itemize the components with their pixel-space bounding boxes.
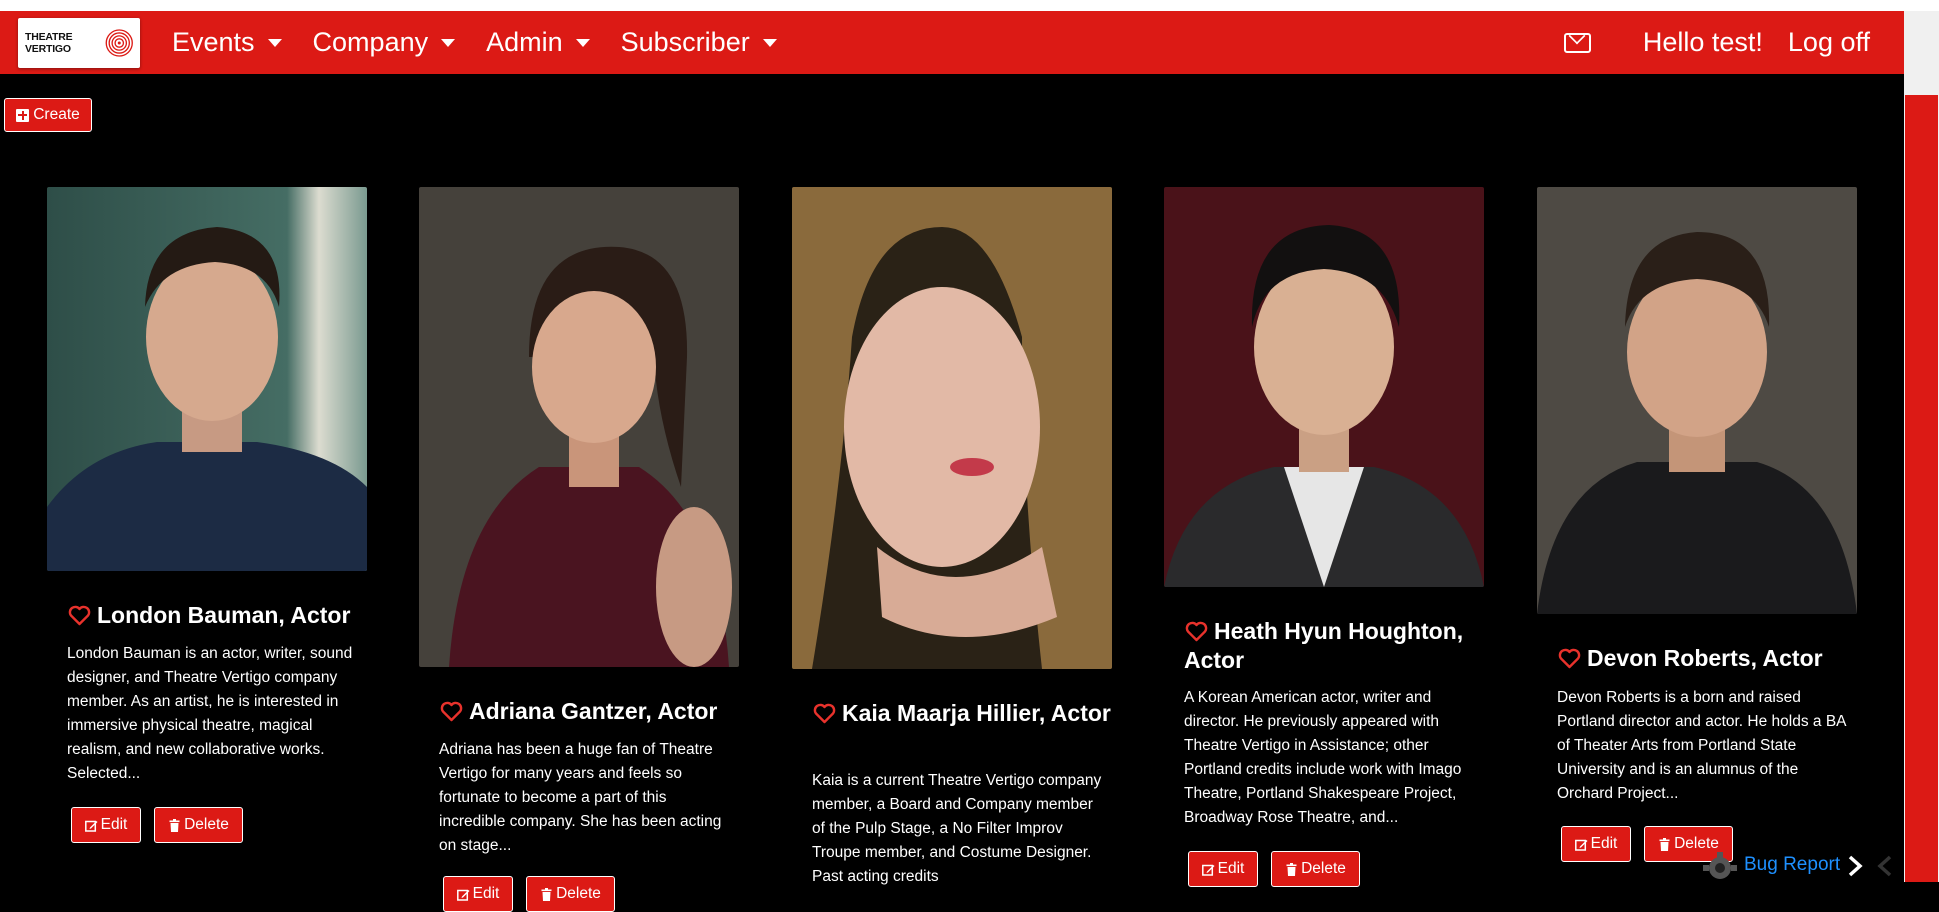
- caret-down-icon: [762, 38, 777, 47]
- delete-label: Delete: [184, 816, 229, 833]
- heart-icon[interactable]: [1557, 648, 1582, 669]
- member-name-text: Adriana Gantzer, Actor: [469, 698, 718, 724]
- edit-label: Edit: [100, 816, 128, 833]
- edit-icon: [1574, 839, 1588, 851]
- heart-icon[interactable]: [1184, 621, 1209, 642]
- nav-company-label: Company: [312, 27, 429, 57]
- edit-button[interactable]: Edit: [71, 807, 141, 843]
- bug-report-widget[interactable]: Bug Report: [1700, 850, 1900, 882]
- theatre-vertigo-logo[interactable]: THEATRE VERTIGO: [18, 17, 140, 68]
- member-bio: A Korean American actor, writer and dire…: [1184, 689, 1462, 826]
- member-name: Devon Roberts, Actor: [1557, 644, 1857, 673]
- nav-menu: Events Company Admin Subscriber: [172, 27, 808, 58]
- edit-label: Edit: [1590, 835, 1618, 852]
- create-button-label: Create: [33, 106, 80, 123]
- member-bio: Devon Roberts is a born and raised Portl…: [1557, 689, 1846, 802]
- member-name: Adriana Gantzer, Actor: [439, 697, 739, 726]
- member-name-text: Heath Hyun Houghton, Actor: [1184, 618, 1464, 673]
- bug-report-link[interactable]: Bug Report: [1744, 854, 1840, 876]
- edit-icon: [456, 889, 470, 901]
- bug-gear-icon: [1703, 852, 1737, 879]
- trash-icon: [1286, 862, 1297, 876]
- heart-icon[interactable]: [439, 701, 464, 722]
- nav-admin-label: Admin: [486, 27, 563, 57]
- member-name-text: London Bauman, Actor: [97, 602, 351, 628]
- trash-icon: [169, 818, 180, 832]
- edit-label: Edit: [472, 885, 500, 902]
- delete-label: Delete: [556, 885, 601, 902]
- edit-icon: [84, 820, 98, 832]
- member-name: Kaia Maarja Hillier, Actor: [812, 699, 1112, 728]
- heart-icon[interactable]: [67, 605, 92, 626]
- nav-right: Hello test! Log off: [1563, 27, 1870, 58]
- member-photo: [1164, 187, 1484, 587]
- edit-button[interactable]: Edit: [443, 876, 513, 912]
- member-bio: Adriana has been a huge fan of Theatre V…: [439, 741, 722, 854]
- member-bio: Kaia is a current Theatre Vertigo compan…: [812, 772, 1102, 885]
- member-name: Heath Hyun Houghton, Actor: [1184, 617, 1484, 675]
- edit-label: Edit: [1217, 860, 1245, 877]
- chevron-left-icon[interactable]: [1876, 855, 1894, 877]
- logoff-link[interactable]: Log off: [1788, 27, 1870, 58]
- chevron-right-icon[interactable]: [1846, 855, 1864, 877]
- caret-down-icon: [267, 38, 282, 47]
- edit-button[interactable]: Edit: [1561, 826, 1631, 862]
- trash-icon: [541, 887, 552, 901]
- member-photo: [1537, 187, 1857, 614]
- member-name-text: Devon Roberts, Actor: [1587, 645, 1823, 671]
- nav-admin-dropdown[interactable]: Admin: [486, 27, 590, 58]
- greeting-link[interactable]: Hello test!: [1643, 27, 1763, 58]
- member-photo: [47, 187, 367, 571]
- member-name-text: Kaia Maarja Hillier, Actor: [842, 700, 1111, 726]
- member-bio: London Bauman is an actor, writer, sound…: [67, 645, 353, 782]
- logo-text: THEATRE VERTIGO: [25, 30, 73, 55]
- nav-events-dropdown[interactable]: Events: [172, 27, 282, 58]
- browser-top-strip: [0, 0, 1939, 11]
- delete-button[interactable]: Delete: [154, 807, 243, 843]
- envelope-icon[interactable]: [1563, 32, 1591, 53]
- trash-icon: [1659, 837, 1670, 851]
- caret-down-icon: [441, 38, 456, 47]
- member-name: London Bauman, Actor: [67, 601, 367, 630]
- nav-events-label: Events: [172, 27, 255, 57]
- member-photo: [792, 187, 1112, 669]
- member-photo: [419, 187, 739, 667]
- delete-label: Delete: [1301, 860, 1346, 877]
- plus-square-icon: [16, 108, 30, 122]
- scrollbar-thumb[interactable]: [1905, 95, 1938, 882]
- nav-subscriber-label: Subscriber: [620, 27, 750, 57]
- delete-button[interactable]: Delete: [526, 876, 615, 912]
- caret-down-icon: [575, 38, 590, 47]
- nav-subscriber-dropdown[interactable]: Subscriber: [621, 27, 777, 58]
- heart-icon[interactable]: [812, 703, 837, 724]
- spiral-logo-icon: [106, 28, 134, 57]
- edit-icon: [1201, 864, 1215, 876]
- nav-company-dropdown[interactable]: Company: [313, 27, 456, 58]
- create-button[interactable]: Create: [4, 98, 92, 132]
- main-navbar: THEATRE VERTIGO Events Company Admin Sub…: [0, 11, 1904, 74]
